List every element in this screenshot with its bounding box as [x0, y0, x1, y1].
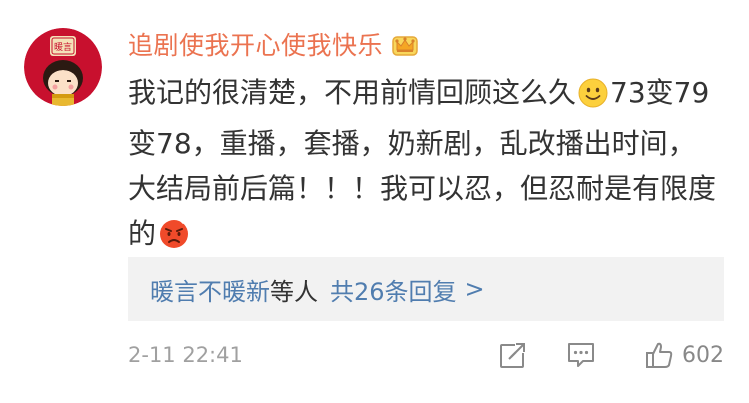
- comment-text-part-1: 我记的很清楚，不用前情回顾这么久: [128, 76, 577, 109]
- crown-icon[interactable]: [391, 31, 419, 57]
- avatar[interactable]: 暖言 暖言: [24, 28, 102, 106]
- reply-count-link[interactable]: 共26条回复: [330, 272, 457, 307]
- like-count: 602: [682, 342, 724, 368]
- like-icon: [644, 340, 674, 370]
- replies-summary[interactable]: 暖言不暖新 等人 共26条回复 >: [128, 257, 724, 321]
- comment-footer: 2-11 22:41 602: [128, 340, 724, 372]
- smile-emoji-icon: [578, 76, 608, 121]
- reply-user-link[interactable]: 暖言不暖新: [150, 272, 270, 307]
- username-row: 追剧使我开心使我快乐: [128, 26, 419, 62]
- reply-suffix: 等人: [270, 277, 318, 306]
- svg-text:暖言: 暖言: [54, 41, 72, 53]
- timestamp: 2-11 22:41: [128, 343, 243, 367]
- share-icon[interactable]: [498, 340, 528, 370]
- angry-emoji-icon: [158, 217, 190, 262]
- comment-icon[interactable]: [566, 340, 596, 370]
- comment-text: 我记的很清楚，不用前情回顾这么久 73变79变78，重播，套播，奶新剧，乱改播出…: [128, 70, 718, 262]
- chevron-right-icon: >: [464, 275, 485, 303]
- username-link[interactable]: 追剧使我开心使我快乐: [128, 26, 383, 62]
- like-button[interactable]: 602: [644, 340, 724, 370]
